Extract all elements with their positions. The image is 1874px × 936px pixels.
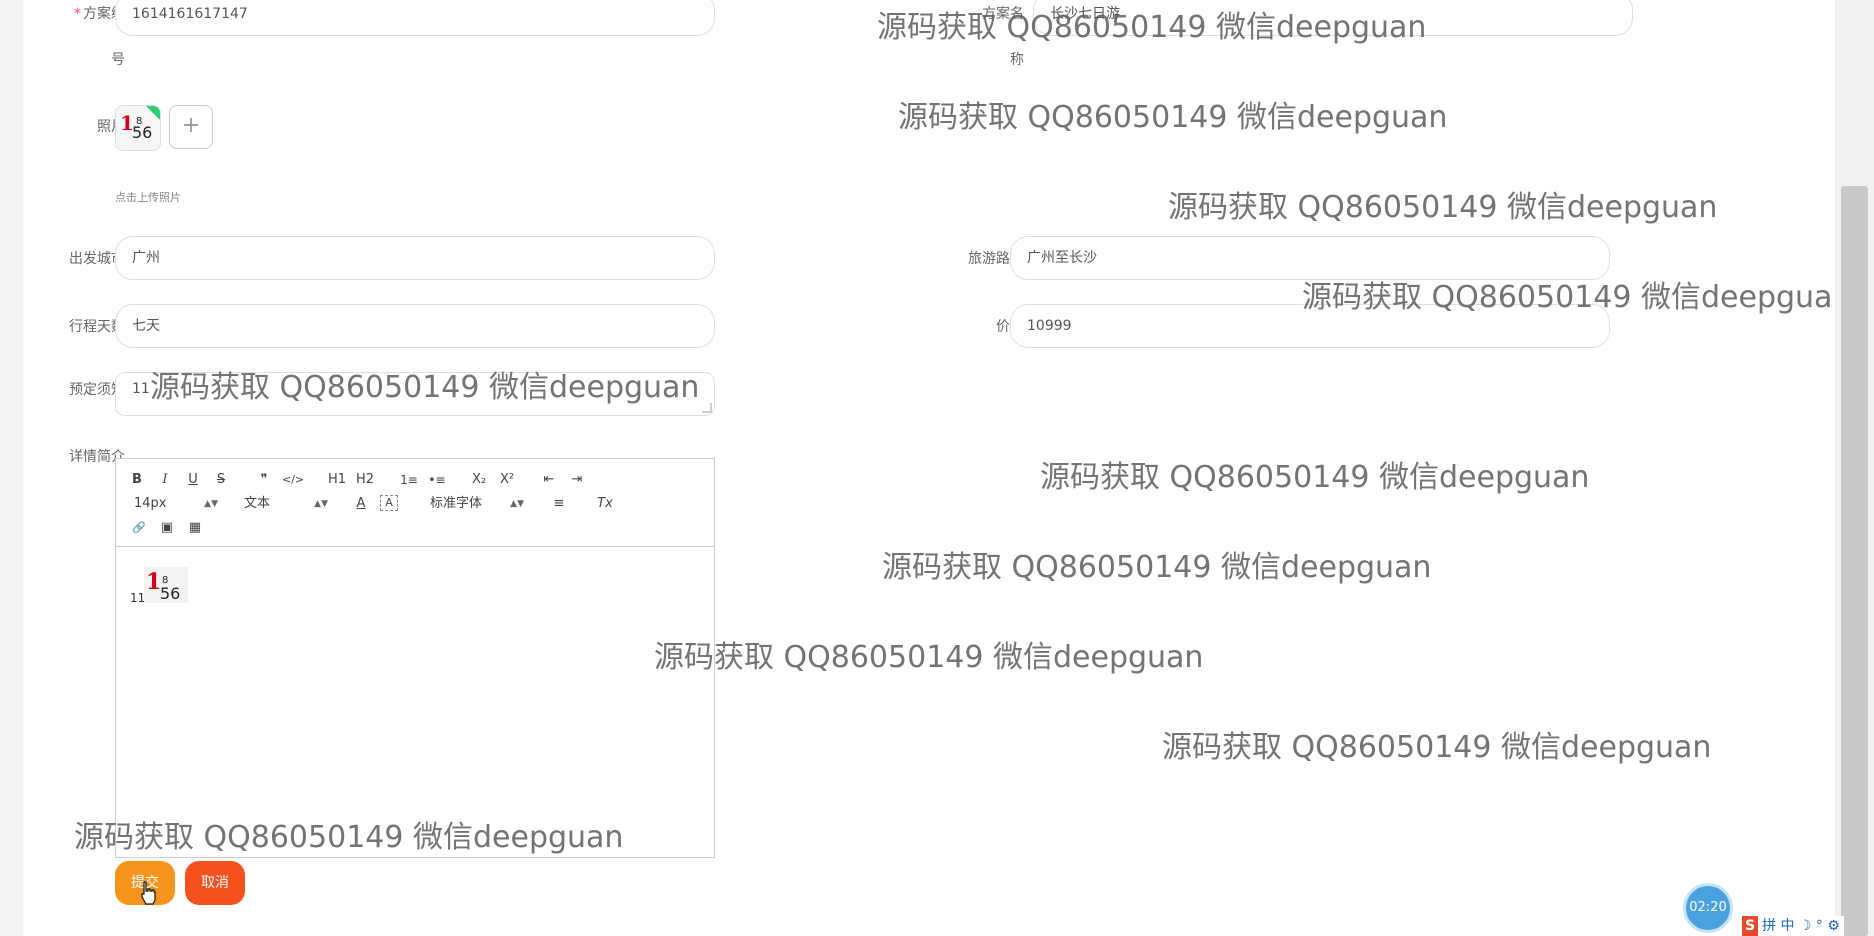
plan-no-input[interactable]: 1614161617147 bbox=[115, 0, 715, 36]
scrollbar-thumb[interactable] bbox=[1841, 186, 1868, 936]
background-color-button[interactable]: A bbox=[380, 495, 398, 511]
days-label: 行程天数 bbox=[69, 319, 125, 335]
font-color-button[interactable]: A bbox=[354, 495, 368, 513]
font-size-value: 14px bbox=[134, 496, 167, 511]
superscript-button[interactable]: X² bbox=[496, 471, 518, 489]
watermark: 源码获取 QQ86050149 微信deepguan bbox=[1302, 280, 1852, 315]
svg-text:8: 8 bbox=[136, 116, 142, 127]
editor-content[interactable]: 11 1 56 8 bbox=[116, 547, 714, 857]
ime-status-text: 拼 中 ☽ ° ⚙ bbox=[1762, 918, 1840, 934]
header1-button[interactable]: H1 bbox=[326, 471, 348, 489]
booking-notes-text: 11 bbox=[132, 381, 150, 397]
ime-toolbar[interactable]: S拼 中 ☽ ° ⚙ bbox=[1738, 916, 1844, 936]
editor-embedded-image: 1 56 8 bbox=[144, 567, 188, 603]
photo-thumbnail-image: 1 56 8 bbox=[120, 106, 160, 142]
days-input[interactable]: 七天 bbox=[115, 304, 715, 348]
ime-logo-icon: S bbox=[1742, 916, 1758, 936]
plan-name-label-wrap: 称 bbox=[1010, 52, 1024, 68]
header-select[interactable]: 文本 ▲▼ bbox=[244, 495, 328, 513]
header-select-value: 文本 bbox=[244, 496, 271, 511]
svg-text:56: 56 bbox=[160, 584, 180, 603]
mouse-cursor-icon bbox=[141, 881, 156, 905]
photo-thumbnail[interactable]: 1 56 8 bbox=[115, 105, 161, 151]
watermark: 源码获取 QQ86050149 微信deepguan bbox=[1168, 190, 1718, 225]
font-size-select[interactable]: 14px ▲▼ bbox=[134, 495, 218, 513]
editor-toolbar: B I U S ❞ </> H1 H2 1≡ •≡ X₂ X² ⇤ ⇥ 14px… bbox=[116, 459, 714, 547]
resize-grip-icon[interactable] bbox=[702, 403, 712, 413]
timer-badge: 02:20 bbox=[1686, 886, 1730, 930]
watermark: 源码获取 QQ86050149 微信deepguan bbox=[882, 550, 1432, 585]
header2-button[interactable]: H2 bbox=[354, 471, 376, 489]
align-button[interactable]: ≡ bbox=[550, 495, 568, 513]
watermark: 源码获取 QQ86050149 微信deepguan bbox=[877, 10, 1427, 45]
price-label: 价格 bbox=[918, 318, 1024, 336]
select-arrow-icon: ▲▼ bbox=[314, 499, 328, 509]
depart-city-input[interactable]: 广州 bbox=[115, 236, 715, 280]
required-mark: * bbox=[74, 6, 81, 22]
blockquote-button[interactable]: ❞ bbox=[256, 471, 272, 489]
link-button[interactable]: 🔗 bbox=[130, 519, 148, 537]
detail-label: 详情简介 bbox=[69, 449, 125, 465]
svg-text:8: 8 bbox=[162, 575, 168, 586]
watermark: 源码获取 QQ86050149 微信deepguan bbox=[898, 100, 1448, 135]
plan-no-label-wrap: 号 bbox=[111, 52, 125, 68]
underline-button[interactable]: U bbox=[186, 471, 200, 489]
watermark: 源码获取 QQ86050149 微信deepguan bbox=[1162, 730, 1712, 765]
font-family-value: 标准字体 bbox=[430, 496, 483, 511]
editor-content-text: 11 bbox=[130, 591, 146, 605]
watermark: 源码获取 QQ86050149 微信deepguan bbox=[654, 640, 1204, 675]
font-family-select[interactable]: 标准字体 ▲▼ bbox=[430, 495, 524, 513]
route-label: 旅游路线 bbox=[968, 251, 1024, 267]
strike-button[interactable]: S bbox=[214, 471, 228, 489]
page-scrollbar[interactable] bbox=[1835, 0, 1874, 936]
select-arrow-icon: ▲▼ bbox=[204, 499, 218, 509]
code-block-button[interactable]: </> bbox=[282, 471, 304, 489]
outdent-button[interactable]: ⇤ bbox=[540, 471, 558, 489]
bullet-list-button[interactable]: •≡ bbox=[426, 471, 448, 489]
watermark: 源码获取 QQ86050149 微信deepguan bbox=[150, 370, 700, 405]
subscript-button[interactable]: X₂ bbox=[468, 471, 490, 489]
select-arrow-icon: ▲▼ bbox=[510, 499, 524, 509]
upload-hint: 点击上传照片 bbox=[115, 191, 181, 204]
cancel-button[interactable]: 取消 bbox=[185, 861, 245, 905]
clean-format-button[interactable]: Tx bbox=[594, 495, 616, 513]
rich-text-editor: B I U S ❞ </> H1 H2 1≡ •≡ X₂ X² ⇤ ⇥ 14px… bbox=[115, 458, 715, 858]
depart-city-label: 出发城市 bbox=[69, 251, 125, 267]
image-button[interactable]: ▣ bbox=[158, 519, 176, 537]
watermark: 源码获取 QQ86050149 微信deepguan bbox=[74, 820, 624, 855]
booking-notes-label: 预定须知 bbox=[69, 382, 125, 398]
italic-button[interactable]: I bbox=[158, 471, 172, 489]
upload-add-button[interactable]: + bbox=[169, 105, 213, 149]
plan-no-label: * 方案编 bbox=[74, 6, 125, 22]
bold-button[interactable]: B bbox=[130, 471, 144, 489]
watermark: 源码获取 QQ86050149 微信deepguan bbox=[1040, 460, 1590, 495]
ordered-list-button[interactable]: 1≡ bbox=[398, 471, 420, 489]
indent-button[interactable]: ⇥ bbox=[568, 471, 586, 489]
video-button[interactable]: ▦ bbox=[186, 519, 204, 537]
photo-label: 照片 bbox=[97, 119, 125, 135]
